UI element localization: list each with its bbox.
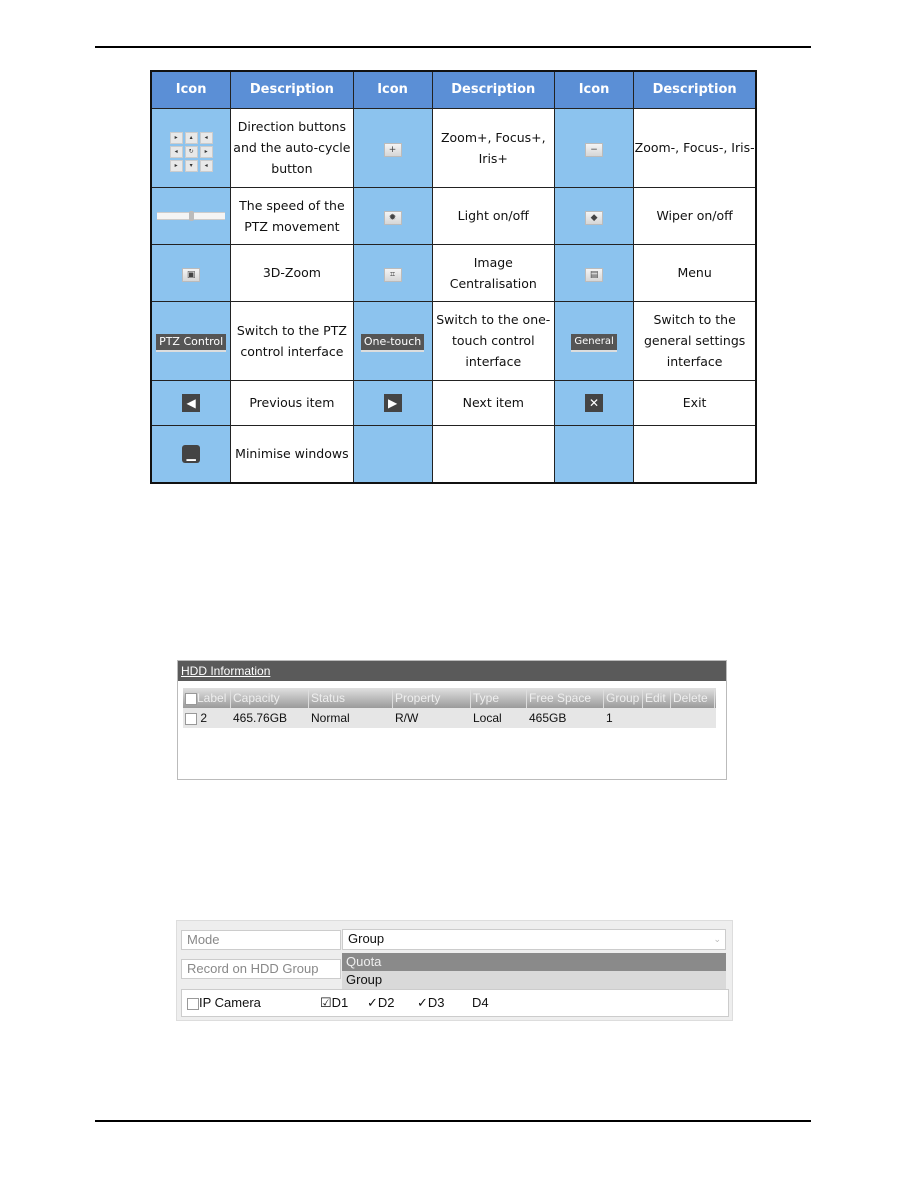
- table-row[interactable]: 2 465.76GB Normal R/W Local 465GB 1: [183, 708, 716, 728]
- select-all-checkbox[interactable]: [185, 692, 197, 705]
- description: The speed of the PTZ movement: [230, 186, 354, 245]
- channel-d3[interactable]: ✓D3: [417, 990, 445, 1016]
- cell: R/W: [395, 711, 419, 725]
- header-rule: [95, 46, 811, 48]
- channel-d2[interactable]: ✓D2: [367, 990, 395, 1016]
- ip-camera-label: IP Camera: [199, 995, 261, 1010]
- description: Switch to the general settings interface: [633, 300, 757, 381]
- col-capacity: Capacity: [231, 688, 309, 708]
- cell: 465.76GB: [233, 711, 288, 725]
- description: Direction buttons and the auto-cycle but…: [230, 107, 354, 188]
- next-icon: ▶: [383, 394, 402, 412]
- description: Light on/off: [431, 186, 555, 245]
- empty-cell: [553, 424, 635, 484]
- exit-icon: ✕: [585, 394, 604, 412]
- previous-icon: ◀: [182, 394, 201, 412]
- ptz-control-tab-icon: PTZ Control: [156, 333, 227, 352]
- storage-mode-panel: Mode Group ⌄ Record on HDD Group Quota Gr…: [176, 920, 733, 1021]
- plus-icon: +: [383, 143, 402, 157]
- description: Image Centralisation: [431, 243, 555, 302]
- description: Switch to the one-touch control interfac…: [431, 300, 555, 381]
- minus-icon: −: [585, 143, 604, 157]
- channel-d4[interactable]: D4: [472, 990, 489, 1016]
- col-status: Status: [309, 688, 393, 708]
- col-free-space: Free Space: [527, 688, 604, 708]
- general-tab-icon: General: [571, 334, 617, 352]
- col-property: Property: [393, 688, 471, 708]
- empty-cell: [633, 424, 757, 484]
- centralise-icon: ⌗: [383, 268, 402, 282]
- light-icon: ✹: [383, 211, 402, 225]
- description: Switch to the PTZ control interface: [230, 300, 354, 381]
- col-header: Description: [633, 70, 757, 109]
- chevron-down-icon: ⌄: [713, 934, 721, 944]
- col-header: Icon: [150, 70, 232, 109]
- speed-slider-icon: [157, 211, 226, 221]
- channel-d1[interactable]: ☑D1: [320, 990, 348, 1016]
- description: Previous item: [230, 379, 354, 426]
- panel-title[interactable]: HDD Information: [181, 664, 270, 678]
- col-edit: Edit: [643, 688, 671, 708]
- description: Zoom-, Focus-, Iris-: [633, 107, 757, 188]
- empty-cell: [431, 424, 555, 484]
- option-quota[interactable]: Quota: [342, 953, 726, 971]
- icon-description-table: Icon Description Icon Description Icon D…: [150, 70, 757, 484]
- ip-camera-checkbox[interactable]: [187, 997, 199, 1010]
- description: Menu: [633, 243, 757, 302]
- one-touch-tab-icon: One-touch: [360, 333, 425, 352]
- col-header: Icon: [553, 70, 635, 109]
- footer-rule: [95, 1120, 811, 1122]
- empty-cell: [352, 424, 433, 484]
- record-label: Record on HDD Group: [181, 959, 341, 979]
- col-delete: Delete: [671, 688, 715, 708]
- row-checkbox[interactable]: [185, 712, 197, 725]
- col-header: Icon: [352, 70, 433, 109]
- description: Exit: [633, 379, 757, 426]
- cell: 1: [606, 711, 613, 725]
- col-header: Description: [230, 70, 354, 109]
- menu-icon: ▤: [585, 268, 604, 282]
- direction-pad-icon: ▸ ▴ ◂ ◂ ↻ ▸ ▸ ▾ ◂: [169, 131, 213, 172]
- description: Wiper on/off: [633, 186, 757, 245]
- wiper-icon: ◆: [585, 211, 604, 225]
- description: Minimise windows: [230, 424, 354, 484]
- col-header: Description: [431, 70, 555, 109]
- minimise-icon: ▁: [182, 445, 201, 464]
- option-group[interactable]: Group: [342, 971, 726, 989]
- hdd-information-panel: HDD Information Label Capacity Status Pr…: [177, 660, 727, 780]
- camera-row: IP Camera ☑D1 ✓D2 ✓D3 D4: [181, 989, 729, 1017]
- description: 3D-Zoom: [230, 243, 354, 302]
- cell: Local: [473, 711, 502, 725]
- col-group: Group: [604, 688, 643, 708]
- 3d-zoom-icon: ▣: [182, 268, 201, 282]
- description: Next item: [431, 379, 555, 426]
- cell: Normal: [311, 711, 350, 725]
- description: Zoom+, Focus+, Iris+: [431, 107, 555, 188]
- col-type: Type: [471, 688, 527, 708]
- table-header: Label Capacity Status Property Type Free…: [183, 688, 716, 708]
- panel-title-bar: HDD Information: [178, 661, 726, 681]
- cell: 465GB: [529, 711, 567, 725]
- mode-label: Mode: [181, 930, 341, 950]
- mode-select[interactable]: Group ⌄: [342, 929, 726, 950]
